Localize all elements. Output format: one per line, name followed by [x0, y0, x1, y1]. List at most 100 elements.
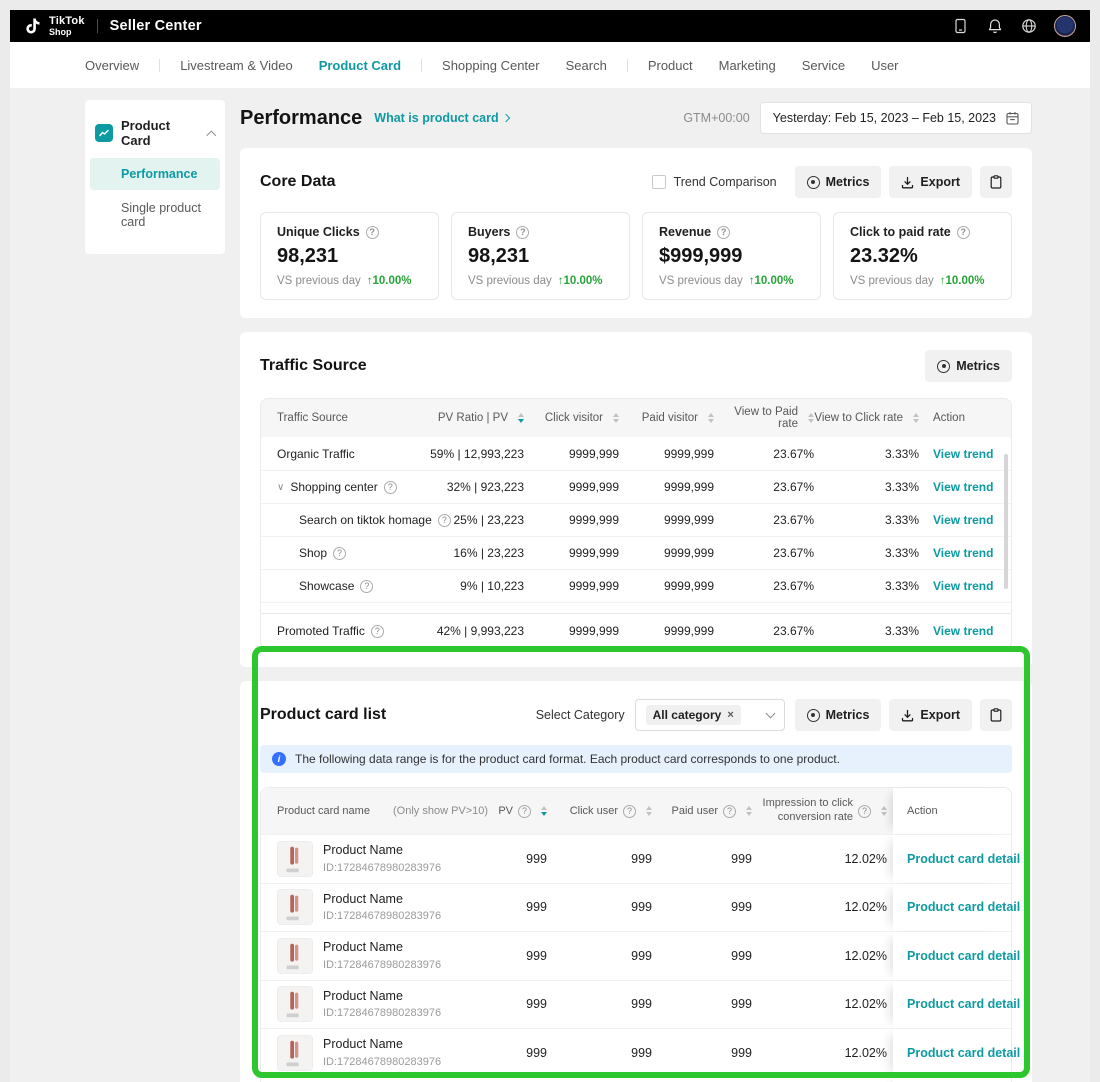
impression-rate-value: 12.02%	[752, 852, 887, 866]
nav-item[interactable]: User	[871, 58, 898, 73]
avatar[interactable]	[1054, 15, 1076, 37]
device-icon[interactable]	[952, 18, 969, 35]
help-icon[interactable]	[366, 226, 379, 239]
product-card-detail-link[interactable]: Product card detail	[907, 852, 1020, 866]
col-pv-ratio[interactable]: PV Ratio | PV	[409, 412, 524, 424]
content-area: Product Card Performance Single product …	[10, 88, 1090, 1082]
col-click-visitor[interactable]: Click visitor	[524, 412, 619, 424]
nav-item[interactable]: Overview	[85, 58, 139, 73]
product-row: Product Name ID:17284678980283976 999 99…	[261, 980, 1011, 1029]
col-paid-user[interactable]: Paid user	[652, 805, 752, 818]
col-impression-rate[interactable]: Impression to click conversion rate	[752, 797, 887, 825]
app-title: Seller Center	[110, 18, 202, 34]
traffic-source-name: Others	[299, 612, 335, 613]
help-icon[interactable]: ?	[333, 547, 346, 560]
help-icon[interactable]	[623, 805, 636, 818]
paid-visitor-value: 9999,999	[619, 447, 714, 461]
nav-item[interactable]	[627, 59, 628, 72]
col-paid-visitor[interactable]: Paid visitor	[619, 412, 714, 424]
help-icon[interactable]	[957, 226, 970, 239]
col-click-user[interactable]: Click user	[547, 805, 652, 818]
view-trend-link[interactable]: View trend	[933, 612, 993, 613]
what-is-product-card-link[interactable]: What is product card	[374, 111, 508, 125]
metric-card: Revenue $999,999 VS previous day↑10.00%	[642, 212, 821, 300]
expand-caret-icon[interactable]: ∨	[277, 482, 284, 493]
trend-comparison-checkbox[interactable]: Trend Comparison	[652, 175, 777, 189]
nav-item[interactable]: Livestream & Video	[180, 58, 293, 73]
sidebar-item[interactable]: Performance	[90, 158, 220, 190]
help-icon[interactable]	[717, 226, 730, 239]
info-banner: The following data range is for the prod…	[260, 745, 1012, 773]
tiktok-shop-logo: TikTok Shop	[24, 16, 85, 37]
traffic-source-name: Promoted Traffic	[277, 624, 365, 638]
view-trend-link[interactable]: View trend	[933, 513, 993, 527]
help-icon[interactable]	[516, 226, 529, 239]
help-icon[interactable]: ?	[360, 580, 373, 593]
download-icon	[901, 709, 914, 722]
checkbox-icon[interactable]	[652, 175, 666, 189]
nav-item[interactable]: Marketing	[719, 58, 776, 73]
help-icon[interactable]: ?	[371, 625, 384, 638]
col-view-to-click[interactable]: View to Click rate	[814, 412, 919, 424]
col-pv[interactable]: PV	[487, 805, 547, 818]
pv-value: 999	[487, 900, 547, 914]
product-id: ID:17284678980283976	[323, 861, 441, 875]
pv-ratio-value: 16% | 23,223	[409, 546, 524, 560]
page-title: Performance	[240, 107, 362, 130]
help-icon[interactable]: ?	[384, 481, 397, 494]
view-to-click-value: 3.33%	[814, 513, 919, 527]
product-card-detail-link[interactable]: Product card detail	[907, 1046, 1020, 1060]
globe-icon[interactable]	[1020, 18, 1037, 35]
topbar-divider	[97, 19, 98, 33]
help-icon[interactable]: ?	[341, 613, 354, 614]
nav-item[interactable]: Product	[648, 58, 693, 73]
timezone-label: GTM+00:00	[683, 111, 749, 125]
metrics-button[interactable]: Metrics	[795, 166, 882, 198]
product-card-detail-link[interactable]: Product card detail	[907, 900, 1020, 914]
core-data-title: Core Data	[260, 173, 336, 191]
help-icon[interactable]	[518, 805, 531, 818]
view-to-click-value: 3.33%	[814, 612, 919, 613]
main-nav: Overview Livestream & Video Product Card…	[10, 42, 1090, 88]
view-trend-link[interactable]: View trend	[933, 624, 993, 638]
nav-item[interactable]	[421, 59, 422, 72]
date-range-picker[interactable]: Yesterday: Feb 15, 2023 – Feb 15, 2023	[760, 102, 1032, 134]
help-icon[interactable]	[858, 805, 871, 818]
product-id: ID:17284678980283976	[323, 1006, 441, 1020]
pv-value: 999	[487, 1046, 547, 1060]
product-card-list-title: Product card list	[260, 706, 386, 724]
sidebar-section-product-card[interactable]: Product Card	[85, 110, 225, 156]
traffic-source-name: Shop	[299, 546, 327, 560]
export-button[interactable]: Export	[889, 166, 972, 198]
bell-icon[interactable]	[986, 18, 1003, 35]
col-view-to-paid[interactable]: View to Paid rate	[714, 406, 814, 430]
product-name: Product Name	[323, 1036, 441, 1052]
metrics-button[interactable]: Metrics	[795, 699, 882, 731]
nav-item[interactable]: Product Card	[319, 58, 401, 73]
tag-close-icon[interactable]: ×	[727, 709, 733, 721]
nav-item[interactable]	[159, 59, 160, 72]
traffic-table: Traffic Source PV Ratio | PV Click visit…	[260, 398, 1012, 649]
category-dropdown[interactable]: All category×	[635, 699, 785, 731]
product-card-detail-link[interactable]: Product card detail	[907, 997, 1020, 1011]
help-icon[interactable]	[723, 805, 736, 818]
traffic-table-header: Traffic Source PV Ratio | PV Click visit…	[261, 399, 1011, 437]
export-button[interactable]: Export	[889, 699, 972, 731]
metrics-button[interactable]: Metrics	[925, 350, 1012, 382]
product-name: Product Name	[323, 891, 441, 907]
nav-item[interactable]: Search	[566, 58, 607, 73]
view-trend-link[interactable]: View trend	[933, 480, 993, 494]
view-trend-link[interactable]: View trend	[933, 447, 993, 461]
metric-cards: Unique Clicks 98,231 VS previous day↑10.…	[260, 212, 1012, 300]
copy-board-button[interactable]	[980, 699, 1012, 731]
view-trend-link[interactable]: View trend	[933, 579, 993, 593]
click-visitor-value: 9999,999	[524, 624, 619, 638]
product-card-detail-link[interactable]: Product card detail	[907, 949, 1020, 963]
nav-item[interactable]: Shopping Center	[442, 58, 540, 73]
view-trend-link[interactable]: View trend	[933, 546, 993, 560]
nav-item[interactable]: Service	[802, 58, 845, 73]
sidebar-item[interactable]: Single product card	[90, 192, 220, 238]
metric-value: 98,231	[277, 245, 422, 268]
table-scrollbar[interactable]	[1004, 454, 1008, 589]
copy-board-button[interactable]	[980, 166, 1012, 198]
